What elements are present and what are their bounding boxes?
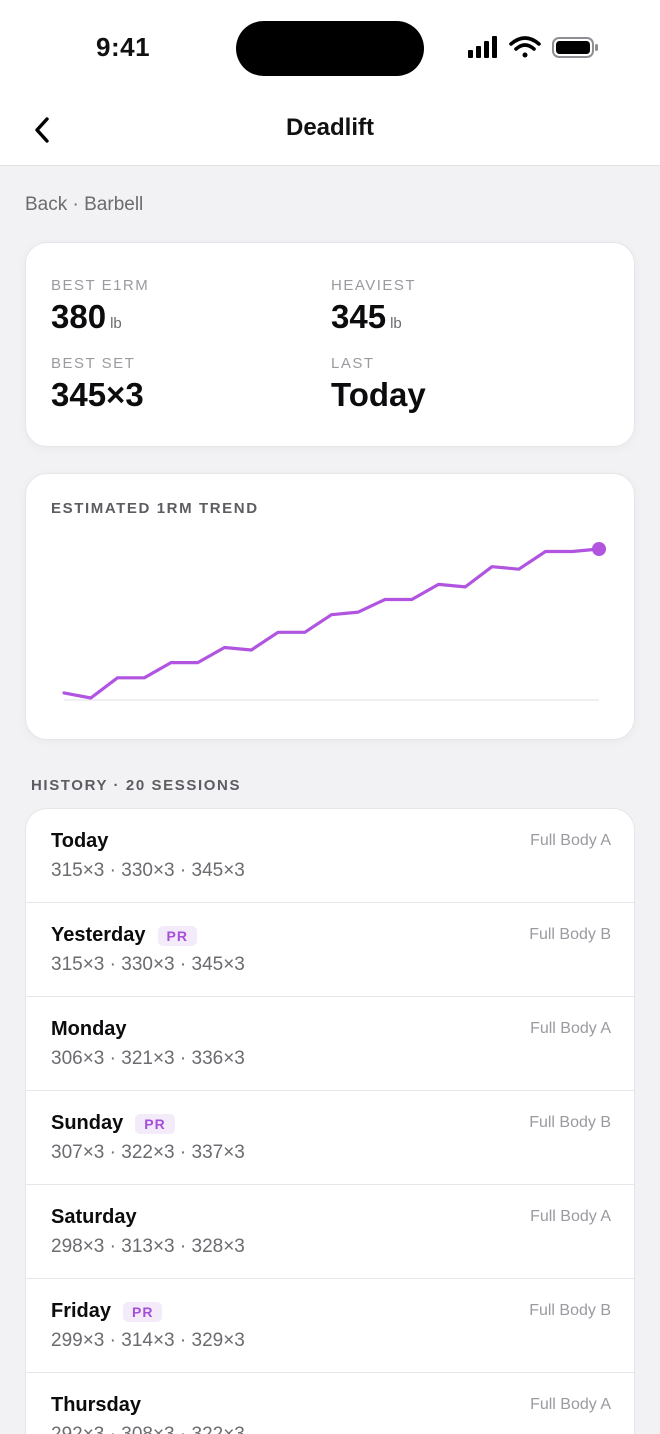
- stat-label: BEST SET: [51, 355, 136, 372]
- stat-unit: lb: [110, 315, 122, 332]
- trend-line: [62, 547, 601, 700]
- session-day: Thursday: [51, 1394, 141, 1417]
- wifi-icon: [509, 36, 541, 58]
- history-row[interactable]: Friday PR 299×3 · 314×3 · 329×3 Full Body B: [26, 1279, 634, 1373]
- session-day: Today: [51, 830, 108, 853]
- session-program: Full Body B: [529, 926, 611, 943]
- exercise-category: Back · Barbell: [25, 194, 144, 215]
- pr-badge: PR: [135, 1113, 175, 1134]
- session-day-label: Monday: [51, 1018, 127, 1040]
- stat-value: 380 lb: [51, 298, 122, 335]
- session-sets: 315×3 · 330×3 · 345×3: [51, 954, 245, 975]
- status-icons: [468, 36, 598, 58]
- history-row[interactable]: Yesterday PR 315×3 · 330×3 · 345×3 Full Bod…: [26, 903, 634, 997]
- session-day: Saturday: [51, 1206, 137, 1229]
- session-sets: 307×3 · 322×3 · 337×3: [51, 1142, 245, 1163]
- latest-point: [592, 542, 606, 556]
- header: 9:41 Deadlift: [0, 0, 660, 166]
- battery-icon: [552, 37, 598, 58]
- session-sets: 299×3 · 314×3 · 329×3: [51, 1330, 245, 1351]
- stat-last: LAST Today: [331, 355, 426, 414]
- session-day: Monday: [51, 1018, 127, 1041]
- signal-icon: [468, 36, 497, 58]
- session-sets: 306×3 · 321×3 · 336×3: [51, 1048, 245, 1069]
- session-sets: 298×3 · 313×3 · 328×3: [51, 1236, 245, 1257]
- history-title: HISTORY · 20 SESSIONS: [31, 777, 242, 794]
- stat-value: 345 lb: [331, 298, 402, 335]
- trend-chart: [62, 542, 606, 701]
- stat-heaviest: HEAVIEST 345 lb: [331, 277, 416, 336]
- session-day: Sunday PR: [51, 1112, 175, 1135]
- session-day-label: Yesterday: [51, 924, 146, 946]
- session-sets: 292×3 · 308×3 · 322×3: [51, 1424, 245, 1434]
- trend-chart-card: ESTIMATED 1RM TREND: [25, 473, 635, 740]
- stat-label: HEAVIEST: [331, 277, 417, 294]
- pr-badge: PR: [123, 1301, 163, 1322]
- history-row[interactable]: Saturday 298×3 · 313×3 · 328×3 Full Body A: [26, 1185, 634, 1279]
- status-time: 9:41: [96, 32, 151, 62]
- history-row[interactable]: Monday 306×3 · 321×3 · 336×3 Full Body A: [26, 997, 634, 1091]
- history-row[interactable]: Thursday 292×3 · 308×3 · 322×3 Full Body A: [26, 1373, 634, 1434]
- session-program: Full Body A: [530, 832, 611, 849]
- session-day-label: Sunday: [51, 1112, 124, 1134]
- session-program: Full Body B: [529, 1114, 611, 1131]
- history-row[interactable]: Sunday PR 307×3 · 322×3 · 337×3 Full Body B: [26, 1091, 634, 1185]
- history-row[interactable]: Today 315×3 · 330×3 · 345×3 Full Body A: [26, 809, 634, 903]
- session-sets: 315×3 · 330×3 · 345×3: [51, 860, 245, 881]
- stat-label: LAST: [331, 355, 375, 372]
- stat-value: 345×3: [51, 376, 144, 413]
- stat-best-e1rm: BEST E1RM 380 lb: [51, 277, 149, 336]
- pr-badge: PR: [157, 925, 197, 946]
- stats-card: BEST E1RM 380 lb HEAVIEST 345 lb BEST SET …: [25, 242, 635, 447]
- session-day: Yesterday PR: [51, 924, 197, 947]
- session-day-label: Saturday: [51, 1206, 137, 1228]
- history-list: Today 315×3 · 330×3 · 345×3 Full Body A Yes…: [25, 808, 635, 1434]
- session-program: Full Body A: [530, 1208, 611, 1225]
- dynamic-island: [236, 21, 424, 76]
- session-program: Full Body A: [530, 1020, 611, 1037]
- session-day: Friday PR: [51, 1300, 163, 1323]
- stat-value: Today: [331, 376, 426, 413]
- stat-label: BEST E1RM: [51, 277, 150, 294]
- stat-best-set: BEST SET 345×3: [51, 355, 144, 414]
- stat-unit: lb: [390, 315, 402, 332]
- session-program: Full Body A: [530, 1396, 611, 1413]
- session-day-label: Friday: [51, 1300, 112, 1322]
- session-day-label: Thursday: [51, 1394, 142, 1416]
- page-title: Deadlift: [285, 114, 374, 141]
- session-program: Full Body B: [529, 1302, 611, 1319]
- session-day-label: Today: [51, 830, 109, 852]
